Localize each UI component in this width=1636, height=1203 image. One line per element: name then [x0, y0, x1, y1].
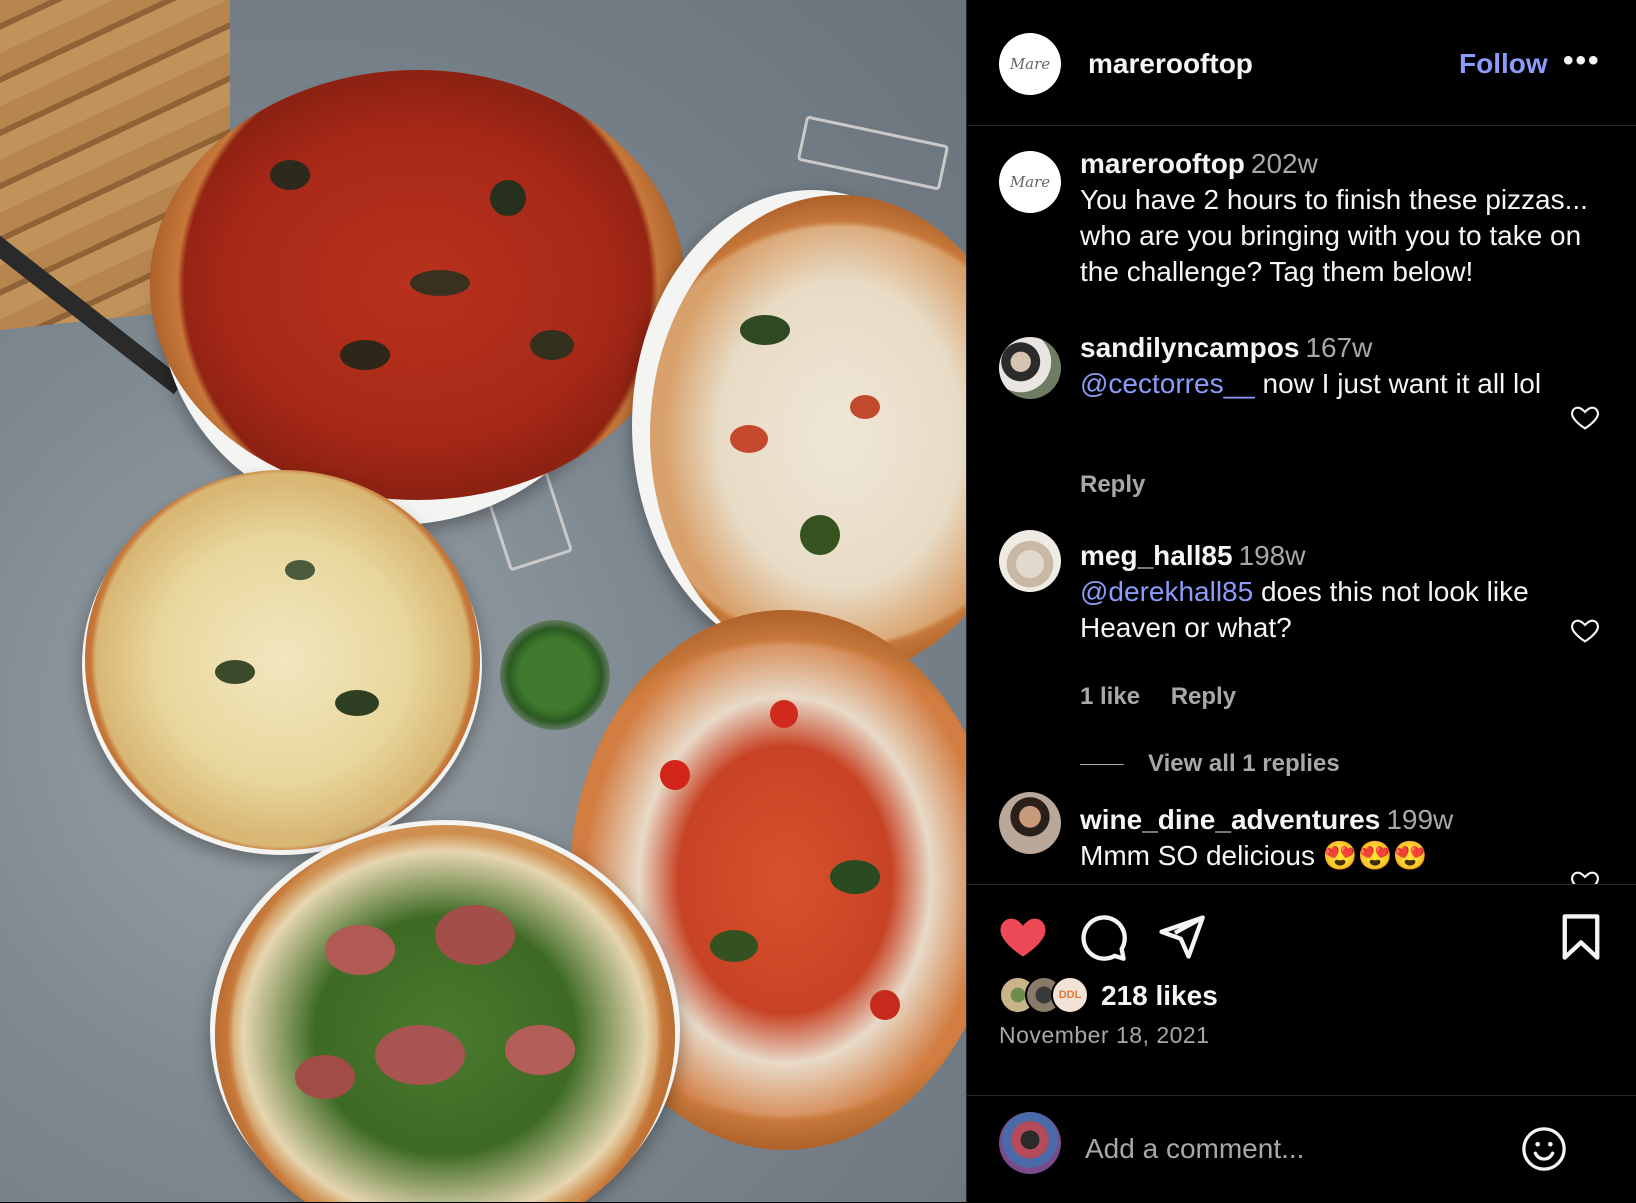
comment: sandilyncampos 167w @cectorres__ now I ju… — [1080, 330, 1550, 402]
comment-text: now I just want it all lol — [1254, 368, 1542, 399]
comments-list[interactable]: Mare marerooftop 202w You have 2 hours to… — [967, 126, 1636, 884]
post-header: Mare marerooftop Follow ••• — [967, 0, 1636, 126]
commenter-avatar[interactable] — [999, 530, 1061, 592]
view-replies-label: View all 1 replies — [1148, 750, 1340, 777]
heart-outline-icon[interactable] — [1569, 614, 1601, 646]
commenter-avatar[interactable] — [999, 337, 1061, 399]
comment-age: 167w — [1305, 332, 1373, 363]
comment: wine_dine_adventures 199w Mmm SO deliciou… — [1080, 802, 1570, 874]
heart-filled-icon[interactable] — [997, 911, 1049, 963]
heart-outline-icon[interactable] — [1569, 866, 1601, 884]
comment-age: 198w — [1238, 540, 1306, 571]
caption-age: 202w — [1250, 148, 1318, 179]
caption-avatar[interactable]: Mare — [999, 151, 1061, 213]
comment-username[interactable]: meg_hall85 — [1080, 540, 1233, 571]
comment-text: Mmm SO delicious 😍😍😍 — [1080, 840, 1428, 871]
logo-text: Mare — [1009, 55, 1051, 73]
post-sidebar: Mare marerooftop Follow ••• Mare mareroo… — [966, 0, 1636, 1202]
pizza-stand — [796, 115, 950, 191]
heart-outline-icon[interactable] — [1569, 401, 1601, 433]
header-username[interactable]: marerooftop — [1088, 48, 1253, 80]
comment-mention[interactable]: @cectorres__ — [1080, 368, 1255, 399]
caption-username[interactable]: marerooftop — [1080, 148, 1245, 179]
marinara-pizza — [150, 70, 685, 500]
comment-icon[interactable] — [1077, 911, 1129, 963]
quattro-formaggi-pizza — [85, 470, 480, 850]
post-date[interactable]: November 18, 2021 — [999, 1022, 1210, 1049]
comment-mention[interactable]: @derekhall85 — [1080, 576, 1253, 607]
liker-badge-text: DDL — [1058, 989, 1082, 1001]
caption-text: You have 2 hours to finish these pizzas.… — [1080, 184, 1588, 287]
comment-age: 199w — [1386, 804, 1454, 835]
replies-divider — [1080, 764, 1124, 766]
comment-username[interactable]: wine_dine_adventures — [1080, 804, 1380, 835]
view-replies-button[interactable]: View all 1 replies — [1080, 750, 1340, 778]
paper-plane-icon[interactable] — [1155, 911, 1207, 963]
smiley-icon[interactable] — [1521, 1126, 1567, 1172]
comment-likes-link[interactable]: 1 like — [1080, 683, 1140, 710]
follow-button[interactable]: Follow — [1459, 48, 1548, 80]
more-options-icon[interactable]: ••• — [1563, 44, 1601, 78]
caption: marerooftop 202w You have 2 hours to fini… — [1080, 146, 1600, 290]
comment-input[interactable] — [1083, 1124, 1507, 1174]
profile-avatar[interactable]: Mare — [999, 33, 1061, 95]
commenter-avatar[interactable] — [999, 792, 1061, 854]
current-user-avatar[interactable] — [999, 1112, 1061, 1174]
liker-avatar[interactable]: DDL — [1051, 976, 1089, 1014]
logo-text: Mare — [1009, 173, 1051, 191]
reply-button[interactable]: Reply — [1080, 471, 1145, 498]
bookmark-icon[interactable] — [1555, 911, 1607, 963]
add-comment-bar — [967, 1095, 1636, 1203]
comment: meg_hall85 198w @derekhall85 does this no… — [1080, 538, 1570, 646]
post-photo[interactable] — [0, 0, 966, 1202]
comment-actions: 1 like Reply — [1080, 683, 1260, 711]
reply-button[interactable]: Reply — [1171, 683, 1236, 710]
likes-count[interactable]: 218 likes — [1101, 980, 1218, 1012]
comment-username[interactable]: sandilyncampos — [1080, 332, 1299, 363]
basil-cup — [500, 620, 610, 730]
comment-actions: Reply — [1080, 471, 1169, 499]
